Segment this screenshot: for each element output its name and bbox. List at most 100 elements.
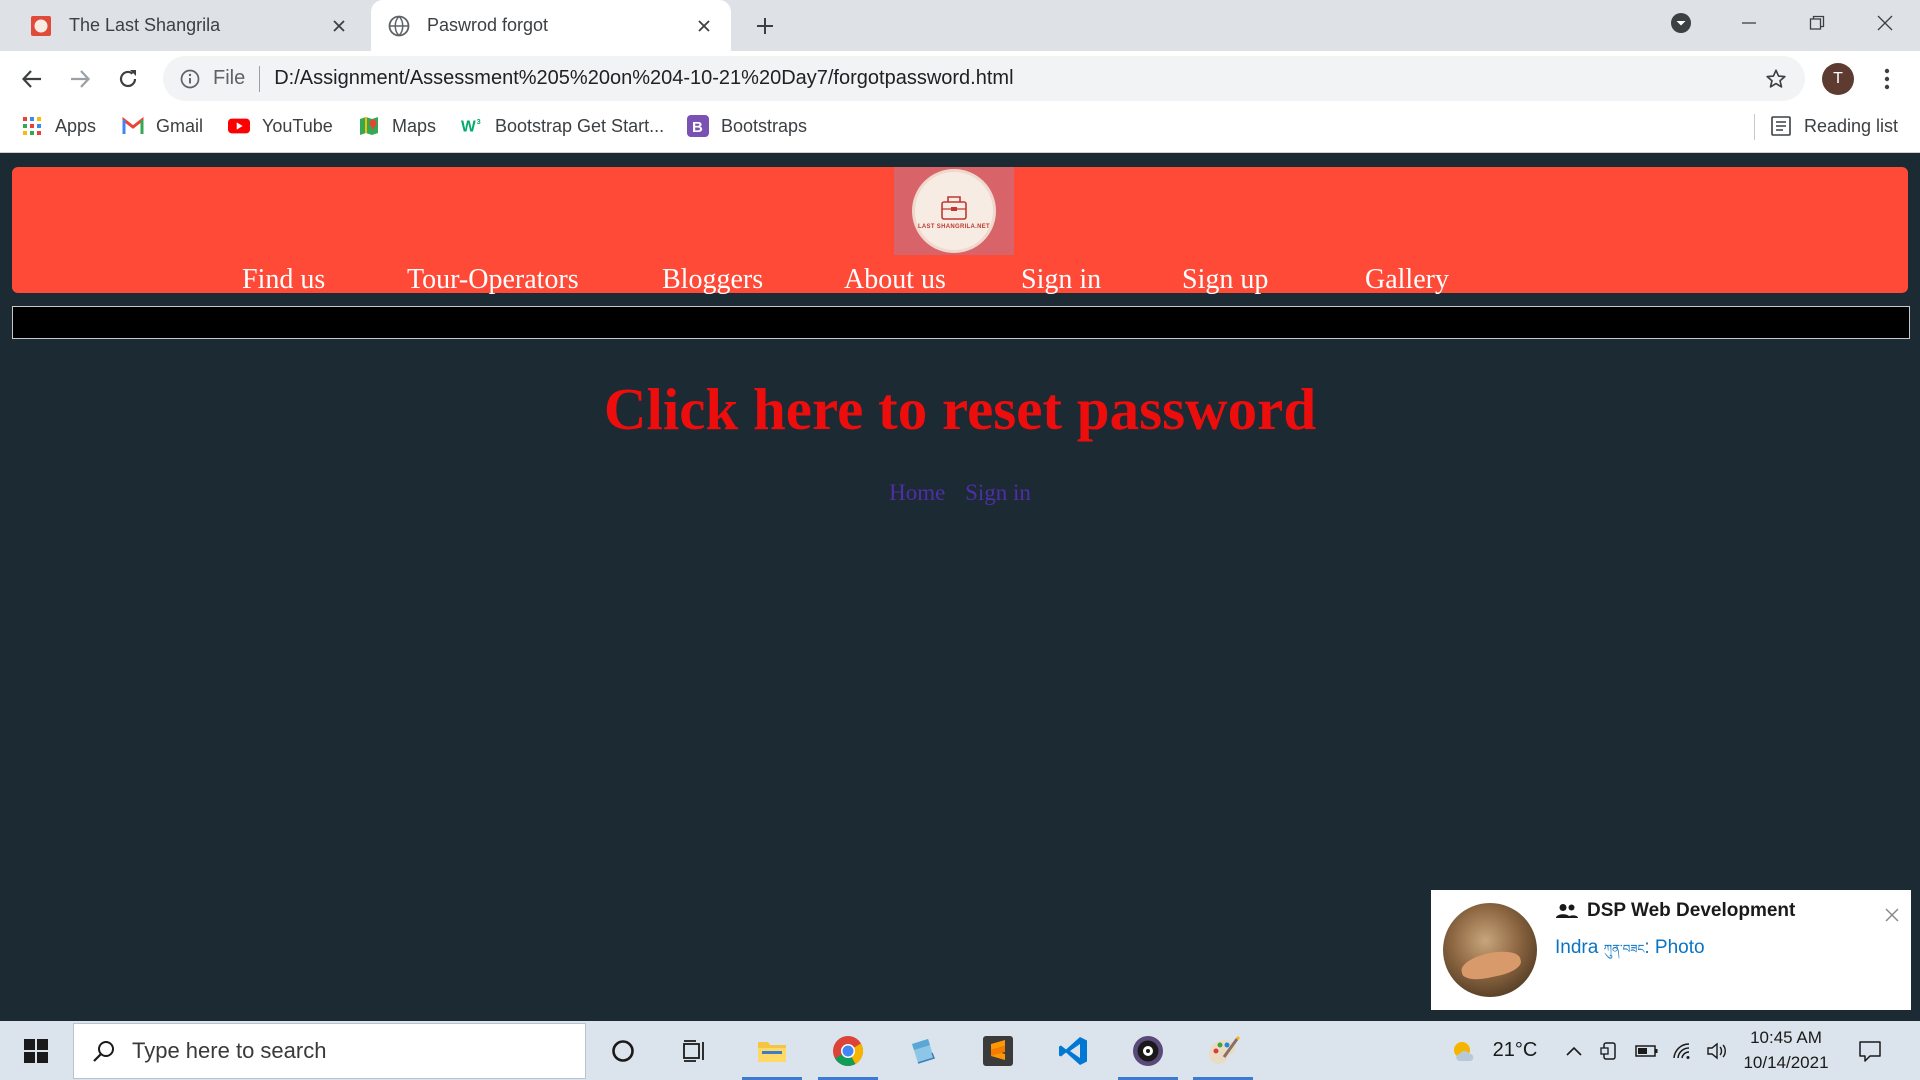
back-arrow-icon[interactable] <box>15 62 49 96</box>
tab-search-dropdown-icon[interactable] <box>1650 0 1712 46</box>
wifi-icon[interactable] <box>1668 1021 1698 1080</box>
youtube-icon <box>228 115 250 137</box>
search-placeholder: Type here to search <box>132 1038 327 1063</box>
nav-link-gallery[interactable]: Gallery <box>1365 264 1449 296</box>
maps-icon <box>358 115 380 137</box>
close-notification-icon[interactable] <box>1881 904 1903 926</box>
action-center-icon[interactable] <box>1850 1021 1890 1080</box>
logo-text: LAST SHANGRILA.NET <box>917 224 991 230</box>
search-icon <box>90 1037 118 1065</box>
nav-link-sign-in[interactable]: Sign in <box>1021 264 1101 296</box>
reading-list-icon <box>1770 115 1792 137</box>
taskbar-search-box[interactable]: Type here to search <box>73 1023 586 1079</box>
nav-link-find-us[interactable]: Find us <box>242 264 325 296</box>
bookmark-gmail[interactable]: Gmail <box>122 106 203 146</box>
bookmark-label: Bootstraps <box>721 115 808 136</box>
site-header: LAST SHANGRILA.NET Find us Tour-Operator… <box>12 167 1908 296</box>
svg-text:B: B <box>692 119 703 136</box>
sublime-text-icon[interactable] <box>968 1021 1028 1080</box>
bookmark-bootstraps[interactable]: B Bootstraps <box>687 106 807 146</box>
nav-link-bloggers[interactable]: Bloggers <box>662 264 763 296</box>
url-scheme-label: File <box>213 67 246 89</box>
bookmark-label: Gmail <box>156 115 204 136</box>
page-links: Home Sign in <box>0 480 1920 506</box>
home-link[interactable]: Home <box>889 480 945 505</box>
bookmark-apps[interactable]: Apps <box>21 106 96 146</box>
w3schools-icon: W3 <box>461 115 483 137</box>
globe-icon <box>388 15 410 37</box>
task-view-icon[interactable] <box>665 1021 725 1080</box>
notification-avatar <box>1443 903 1537 997</box>
site-favicon-icon <box>30 15 52 37</box>
windows-start-icon[interactable] <box>0 1021 72 1080</box>
cortana-icon[interactable] <box>593 1021 653 1080</box>
more-menu-icon[interactable] <box>1872 63 1902 95</box>
address-bar[interactable]: File D:/Assignment/Assessment%205%20on%2… <box>163 56 1805 101</box>
notification-toast[interactable]: DSP Web Development Indra ཀུན་བཟང: Photo <box>1431 890 1911 1010</box>
vscode-icon[interactable] <box>1043 1021 1103 1080</box>
tab-title: The Last Shangrila <box>69 15 221 35</box>
nav-link-tour-operators[interactable]: Tour-Operators <box>407 264 579 296</box>
clock-time: 10:45 AM <box>1750 1028 1822 1047</box>
profile-avatar[interactable]: T <box>1822 63 1854 95</box>
sign-in-link[interactable]: Sign in <box>965 480 1031 505</box>
notification-sender: Indra <box>1555 937 1599 958</box>
clock-date: 10/14/2021 <box>1743 1053 1829 1072</box>
restore-icon[interactable] <box>1786 0 1848 46</box>
media-player-icon[interactable] <box>1118 1021 1178 1080</box>
close-window-icon[interactable] <box>1854 0 1916 46</box>
bookmark-label: YouTube <box>262 115 333 136</box>
bookmark-youtube[interactable]: YouTube <box>228 106 333 146</box>
site-logo: LAST SHANGRILA.NET <box>912 169 996 253</box>
bookmark-bootstrap-get-started[interactable]: W3 Bootstrap Get Start... <box>461 106 664 146</box>
show-hidden-icons-chevron-icon[interactable] <box>1560 1021 1588 1080</box>
bookmark-star-icon[interactable] <box>1761 64 1791 94</box>
tab-the-last-shangrila[interactable]: The Last Shangrila <box>13 0 366 51</box>
battery-icon[interactable] <box>1632 1021 1662 1080</box>
minimize-icon[interactable] <box>1718 0 1780 46</box>
avatar-photo-hand <box>1459 947 1523 983</box>
weather-icon[interactable] <box>1448 1021 1482 1080</box>
chrome-icon[interactable] <box>818 1021 878 1080</box>
reset-password-heading[interactable]: Click here to reset password <box>0 375 1920 444</box>
forward-arrow-icon[interactable] <box>63 62 97 96</box>
svg-text:3: 3 <box>477 117 481 126</box>
nav-link-about-us[interactable]: About us <box>844 264 946 296</box>
bookmark-label: Apps <box>55 115 97 136</box>
close-tab-icon[interactable] <box>689 11 719 41</box>
close-tab-icon[interactable] <box>324 11 354 41</box>
nav-link-sign-up[interactable]: Sign up <box>1182 264 1268 296</box>
reload-icon[interactable] <box>111 62 145 96</box>
bookmark-label: Maps <box>392 115 437 136</box>
bookmark-maps[interactable]: Maps <box>358 106 436 146</box>
tab-paswrod-forgot[interactable]: Paswrod forgot <box>371 0 731 51</box>
taskbar-clock[interactable]: 10:45 AM 10/14/2021 <box>1736 1025 1836 1075</box>
notification-group-name: DSP Web Development <box>1587 900 1796 921</box>
apps-grid-icon <box>21 115 43 137</box>
volume-icon[interactable] <box>1702 1021 1732 1080</box>
notification-message: Indra ཀུན་བཟང: Photo <box>1555 936 1705 970</box>
browser-tab-strip: The Last Shangrila Paswrod forgot <box>0 0 1920 51</box>
bootstrap-icon: B <box>687 115 709 137</box>
bookmarks-divider <box>1754 114 1755 140</box>
url-text[interactable]: D:/Assignment/Assessment%205%20on%204-10… <box>274 67 1761 90</box>
new-tab-plus-icon[interactable] <box>748 9 782 43</box>
reading-list-button[interactable]: Reading list <box>1770 106 1898 146</box>
bookmark-label: Bootstrap Get Start... <box>495 115 665 136</box>
notepad-icon[interactable] <box>893 1021 953 1080</box>
group-people-icon <box>1555 902 1579 920</box>
logo-container[interactable]: LAST SHANGRILA.NET <box>894 167 1014 255</box>
site-info-icon[interactable] <box>179 68 201 90</box>
svg-text:W: W <box>461 119 476 136</box>
device-meet-now-icon[interactable] <box>1596 1021 1624 1080</box>
browser-toolbar: File D:/Assignment/Assessment%205%20on%2… <box>0 51 1920 106</box>
gmail-icon <box>122 115 144 137</box>
weather-temperature[interactable]: 21°C <box>1485 1021 1545 1080</box>
tab-title: Paswrod forgot <box>427 15 549 35</box>
notification-sender-suffix: ཀུན་བཟང <box>1603 942 1645 956</box>
windows-taskbar: Type here to search 21°C 10:45 AM 10/14/… <box>0 1021 1920 1080</box>
address-divider <box>259 65 261 92</box>
paint-icon[interactable] <box>1193 1021 1253 1080</box>
file-explorer-icon[interactable] <box>742 1021 802 1080</box>
black-divider-bar <box>12 306 1910 339</box>
